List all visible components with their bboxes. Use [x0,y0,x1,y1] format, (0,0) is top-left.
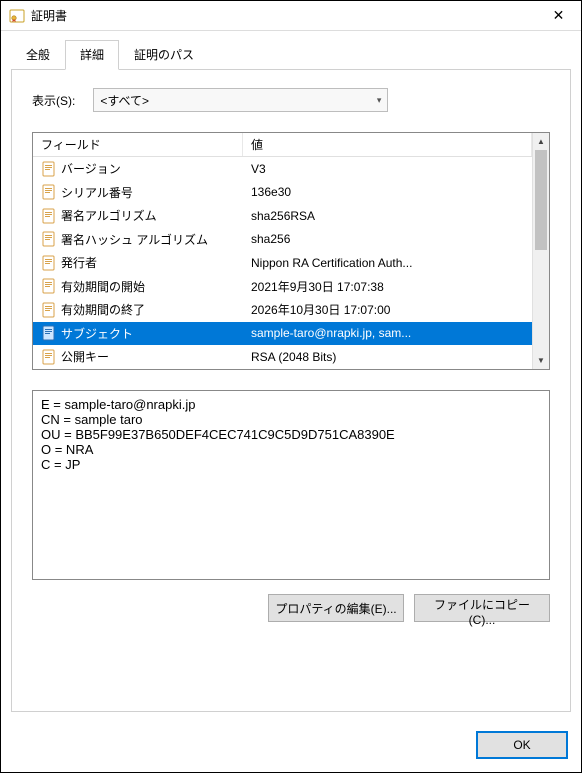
close-button[interactable]: ✕ [536,1,581,31]
list-scrollbar[interactable]: ▲ ▼ [532,133,549,369]
tab-cert-path[interactable]: 証明のパス [119,40,209,70]
row-field-label: 発行者 [61,254,97,271]
details-panel: 表示(S): <すべて> ▾ フィールド 値 バージョン V3 シリアル番号 136e… [11,69,571,712]
tab-strip: 全般 詳細 証明のパス [1,31,581,69]
field-icon [41,208,57,224]
header-value[interactable]: 値 [243,133,532,156]
action-buttons: プロパティの編集(E)... ファイルにコピー(C)... [32,594,550,622]
filter-label: 表示(S): [32,92,75,109]
field-icon [41,325,57,341]
row-field-label: 有効期間の開始 [61,278,145,295]
certificate-icon [9,8,25,24]
row-value-label: 136e30 [243,183,532,201]
field-icon [41,278,57,294]
row-value-label: 2021年9月30日 17:07:38 [243,276,532,297]
row-field-label: 有効期間の終了 [61,301,145,318]
dialog-footer: OK [1,722,581,772]
filter-selected: <すべて> [100,92,149,109]
row-field-label: サブジェクト [61,325,133,342]
row-value-label: RSA (2048 Bits) [243,348,532,366]
tab-general[interactable]: 全般 [11,40,65,70]
row-value-label: sample-taro@nrapki.jp, sam... [243,324,532,342]
field-icon [41,255,57,271]
close-icon: ✕ [553,7,565,24]
filter-row: 表示(S): <すべて> ▾ [32,88,550,112]
field-icon [41,161,57,177]
row-field-label: シリアル番号 [61,184,133,201]
window-title: 証明書 [31,7,536,24]
row-value-label: 2026年10月30日 17:07:00 [243,299,532,320]
header-field[interactable]: フィールド [33,133,243,156]
copy-to-file-button[interactable]: ファイルにコピー(C)... [414,594,550,622]
list-row[interactable]: サブジェクト sample-taro@nrapki.jp, sam... [33,322,532,346]
list-row[interactable]: 公開キー RSA (2048 Bits) [33,345,532,369]
filter-select[interactable]: <すべて> ▾ [93,88,388,112]
scroll-thumb[interactable] [535,150,547,250]
row-field-label: バージョン [61,160,121,177]
list-row[interactable]: バージョン V3 [33,157,532,181]
field-icon [41,231,57,247]
row-value-label: Nippon RA Certification Auth... [243,254,532,272]
row-field-label: 公開キー [61,348,109,365]
fields-list: フィールド 値 バージョン V3 シリアル番号 136e30 署名アルゴリズム sha25… [32,132,550,370]
chevron-down-icon: ▾ [377,95,382,106]
field-icon [41,302,57,318]
list-row[interactable]: 有効期間の開始 2021年9月30日 17:07:38 [33,275,532,299]
list-row[interactable]: 有効期間の終了 2026年10月30日 17:07:00 [33,298,532,322]
scroll-down-icon[interactable]: ▼ [533,352,549,369]
field-icon [41,184,57,200]
list-row[interactable]: 署名アルゴリズム sha256RSA [33,204,532,228]
scroll-up-icon[interactable]: ▲ [533,133,549,150]
ok-button[interactable]: OK [477,732,567,758]
list-row[interactable]: 発行者 Nippon RA Certification Auth... [33,251,532,275]
list-row[interactable]: シリアル番号 136e30 [33,181,532,205]
list-row[interactable]: 署名ハッシュ アルゴリズム sha256 [33,228,532,252]
row-value-label: sha256RSA [243,207,532,225]
row-value-label: sha256 [243,230,532,248]
row-value-label: V3 [243,160,532,178]
row-field-label: 署名アルゴリズム [61,207,157,224]
detail-text[interactable]: E = sample-taro@nrapki.jp CN = sample ta… [32,390,550,580]
edit-properties-button[interactable]: プロパティの編集(E)... [268,594,404,622]
title-bar: 証明書 ✕ [1,1,581,31]
list-header: フィールド 値 [33,133,532,157]
field-icon [41,349,57,365]
row-field-label: 署名ハッシュ アルゴリズム [61,231,208,248]
tab-details[interactable]: 詳細 [65,40,119,70]
